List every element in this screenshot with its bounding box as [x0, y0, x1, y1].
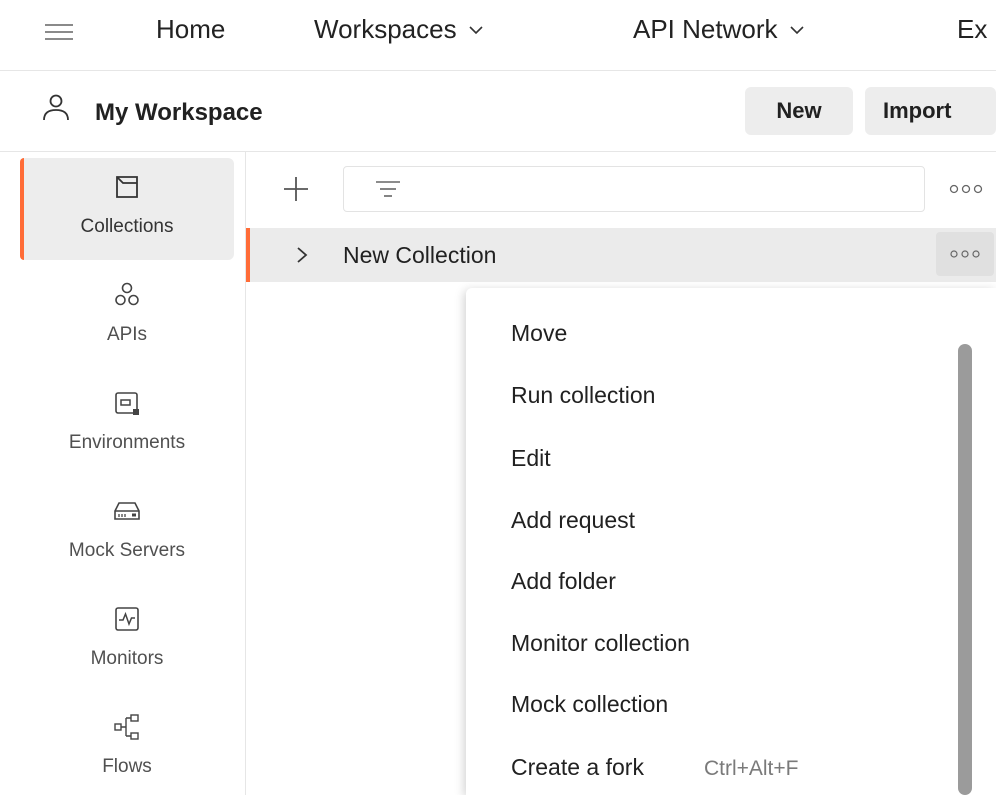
menu-item-shortcut: Ctrl+Alt+F: [703, 757, 799, 780]
chevron-down-icon: [789, 25, 804, 34]
sidebar-item-apis[interactable]: APIs: [20, 266, 234, 368]
chevron-right-icon[interactable]: [294, 245, 310, 265]
user-icon: [43, 94, 69, 121]
nav-explore[interactable]: Ex: [957, 14, 987, 45]
menu-item-add-request[interactable]: Add request: [511, 507, 635, 534]
nav-explore-label: Ex: [957, 14, 988, 44]
mock-servers-icon: [114, 502, 140, 520]
menu-item-label: Monitor collection: [511, 630, 690, 656]
sidebar-item-environments[interactable]: Environments: [20, 374, 234, 476]
more-options-icon[interactable]: [948, 181, 988, 197]
nav-api-network[interactable]: API Network: [633, 14, 806, 45]
sidebar-item-mock-servers[interactable]: Mock Servers: [20, 482, 234, 584]
top-navigation: Home Workspaces API Network Ex: [0, 0, 996, 70]
sidebar-item-flows[interactable]: Flows: [20, 698, 234, 795]
menu-scrollbar[interactable]: [958, 344, 972, 795]
more-options-icon: [950, 250, 980, 258]
hamburger-menu-icon[interactable]: [45, 24, 73, 46]
sidebar-item-label: Mock Servers: [68, 540, 186, 561]
menu-item-create-fork[interactable]: Create a fork Ctrl+Alt+F: [511, 754, 798, 781]
sidebar-item-label: Environments: [68, 432, 186, 453]
menu-item-label: Run collection: [511, 382, 656, 408]
add-collection-icon[interactable]: [280, 173, 312, 205]
menu-item-run-collection[interactable]: Run collection: [511, 382, 655, 409]
menu-item-monitor-collection[interactable]: Monitor collection: [511, 630, 690, 657]
collection-name: New Collection: [343, 242, 497, 268]
nav-workspaces-label: Workspaces: [314, 14, 457, 44]
nav-workspaces[interactable]: Workspaces: [314, 14, 485, 45]
filter-icon: [376, 181, 400, 197]
sidebar-item-label: Flows: [102, 756, 152, 777]
menu-item-edit[interactable]: Edit: [511, 445, 551, 472]
menu-item-label: Add request: [511, 507, 636, 533]
menu-item-move[interactable]: Move: [511, 320, 567, 347]
collection-context-menu: Move Run collection Edit Add request Add…: [466, 288, 996, 795]
nav-api-network-label: API Network: [633, 14, 778, 44]
sidebar-item-label: APIs: [106, 324, 148, 345]
menu-item-label: Create a fork: [511, 754, 644, 780]
menu-item-mock-collection[interactable]: Mock collection: [511, 691, 668, 718]
chevron-down-icon: [469, 25, 483, 34]
sidebar-item-monitors[interactable]: Monitors: [20, 590, 234, 692]
monitors-icon: [115, 607, 139, 631]
nav-home-label: Home: [156, 14, 226, 44]
menu-item-label: Mock collection: [511, 691, 669, 717]
flows-icon: [114, 714, 139, 740]
new-button[interactable]: New: [745, 87, 853, 135]
menu-item-label: Move: [511, 320, 568, 346]
collections-icon: [116, 176, 138, 198]
collection-more-button[interactable]: [936, 232, 994, 276]
menu-item-label: Edit: [511, 445, 551, 471]
environments-icon: [115, 392, 139, 415]
menu-item-label: Add folder: [511, 568, 616, 594]
import-button[interactable]: Import: [865, 87, 996, 135]
sidebar-item-label: Collections: [80, 216, 174, 237]
sidebar-item-collections[interactable]: Collections: [20, 158, 234, 260]
apis-icon: [115, 282, 139, 306]
collection-row[interactable]: New Collection: [246, 228, 996, 282]
filter-input[interactable]: [343, 166, 925, 212]
nav-home[interactable]: Home: [156, 14, 225, 45]
sidebar-item-label: Monitors: [90, 648, 164, 669]
menu-item-add-folder[interactable]: Add folder: [511, 568, 616, 595]
sidebar: Collections APIs Environments Mock Serve…: [0, 152, 240, 795]
workspace-header: My Workspace New Import: [0, 71, 996, 151]
workspace-title: My Workspace: [95, 99, 263, 126]
